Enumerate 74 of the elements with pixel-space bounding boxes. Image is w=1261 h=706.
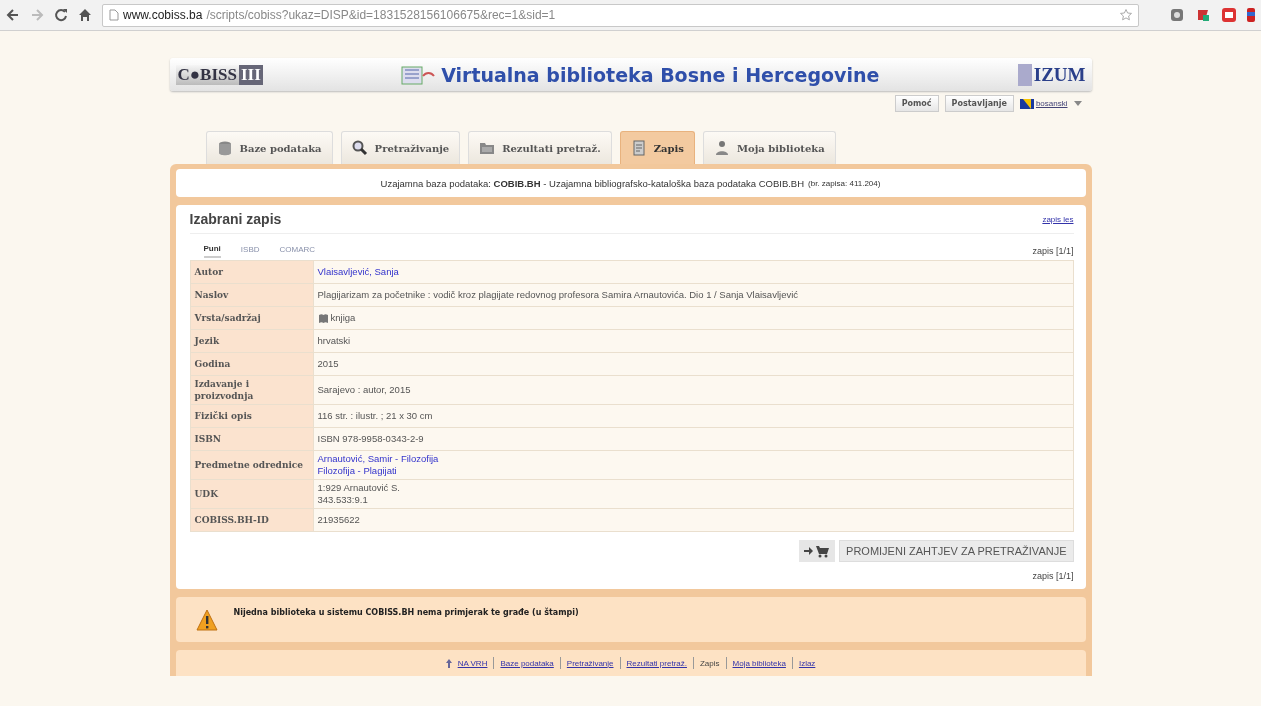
record-counter: zapis [1/1] xyxy=(1032,571,1074,581)
field-label: Naslov xyxy=(190,283,313,307)
address-bar[interactable]: www.cobiss.ba /scripts/cobiss?ukaz=DISP&id=1831528156106675&rec=1&sid=1 xyxy=(102,3,1139,27)
panel-link[interactable]: zapis les xyxy=(1042,214,1074,224)
back-icon[interactable] xyxy=(6,8,20,22)
field-value: hrvatski xyxy=(317,335,351,347)
field-label: Predmetne odrednice xyxy=(190,450,313,480)
field-value: Plagijarizam za početnike : vodič kroz plagijate redovnog profesora Samira Arnautovića. Dio 1 / Sanja Vlaisavljević xyxy=(317,289,799,301)
field-label: Autor xyxy=(190,260,313,284)
footer-link[interactable]: Moja biblioteka xyxy=(732,658,786,668)
extension-icon[interactable] xyxy=(1169,7,1185,23)
header-button[interactable]: Postavljanje xyxy=(944,95,1014,112)
field-label: Izdavanje i proizvodnja xyxy=(190,375,313,405)
izum-logo[interactable]: IZUM xyxy=(1017,63,1086,86)
footer-link[interactable]: Baze podataka xyxy=(500,658,554,668)
field-label: Fizički opis xyxy=(190,404,313,428)
footer-text: Zapis xyxy=(699,658,720,668)
field-value: 343.533:9.1 xyxy=(317,494,368,506)
record-count: (br. zapisa: 411.204) xyxy=(808,178,881,188)
url-path: /scripts/cobiss?ukaz=DISP&id=1831528156106675&rec=1&sid=1 xyxy=(206,8,557,22)
panel-title: Izabrani zapis xyxy=(189,211,282,227)
tab[interactable]: Rezultati pretraž. xyxy=(468,131,612,164)
tab[interactable]: Moja biblioteka xyxy=(702,131,836,164)
extension-icon[interactable] xyxy=(1221,7,1237,23)
database-icon xyxy=(216,140,233,156)
field-link[interactable]: Filozofija - Plagijati xyxy=(317,465,397,477)
field-value: 116 str. : ilustr. ; 21 x 30 cm xyxy=(317,410,433,422)
up-arrow-icon xyxy=(445,658,452,668)
field-value: 21935622 xyxy=(317,514,360,526)
warning-message: Nijedna biblioteka u sistemu COBISS.BH nema primjerak te građe (u štampi) xyxy=(233,608,579,617)
footer-link[interactable]: Izlaz xyxy=(798,658,816,668)
field-value: knjiga xyxy=(330,312,356,324)
footer-link[interactable]: NA VRH xyxy=(457,658,488,668)
person-icon xyxy=(713,140,730,156)
warning-icon xyxy=(195,608,218,631)
footer-link[interactable]: Rezultati pretraž. xyxy=(626,658,687,668)
document-icon xyxy=(630,140,647,156)
caret-icon[interactable] xyxy=(1073,100,1082,107)
star-icon[interactable] xyxy=(1120,9,1132,21)
search-icon xyxy=(351,140,368,156)
reload-icon[interactable] xyxy=(54,8,68,22)
language-selector[interactable]: bosanski xyxy=(1019,98,1068,109)
field-label: ISBN xyxy=(190,427,313,451)
field-value: 1:929 Arnautović S. xyxy=(317,482,400,494)
field-label: Jezik xyxy=(190,329,313,353)
footer-link[interactable]: Pretraživanje xyxy=(566,658,614,668)
tab[interactable]: Baze podataka xyxy=(205,131,333,164)
field-label: Godina xyxy=(190,352,313,376)
field-value: Sarajevo : autor, 2015 xyxy=(317,384,411,396)
extension-icon[interactable] xyxy=(1247,7,1255,23)
folder-icon xyxy=(479,140,496,156)
database-info: Uzajamna baza podataka: COBIB.BH - Uzajamna bibliografsko-kataloška baza podataka COBIB.BH xyxy=(380,177,805,189)
format-tab[interactable]: Puni xyxy=(203,244,221,258)
page-icon xyxy=(109,9,119,21)
field-link[interactable]: Arnautović, Samir - Filozofija xyxy=(317,453,439,465)
header-button[interactable]: Pomoć xyxy=(894,95,939,112)
library-logo-icon xyxy=(401,63,436,86)
tab[interactable]: Pretraživanje xyxy=(340,131,461,164)
site-title: Virtualna biblioteka Bosne i Hercegovine xyxy=(441,63,880,86)
record-counter: zapis [1/1] xyxy=(1032,246,1074,256)
field-value: ISBN 978-9958-0343-2-9 xyxy=(317,433,424,445)
home-icon[interactable] xyxy=(78,8,92,22)
url-host: www.cobiss.ba xyxy=(123,8,203,22)
flag-icon xyxy=(1019,98,1034,109)
extension-icon[interactable] xyxy=(1195,7,1211,23)
field-link[interactable]: Vlaisavljević, Sanja xyxy=(317,266,399,278)
tab[interactable]: Zapis xyxy=(619,131,695,164)
field-label: UDK xyxy=(190,479,313,509)
cart-icon[interactable] xyxy=(799,540,836,562)
field-label: Vrsta/sadržaj xyxy=(190,306,313,330)
field-value: 2015 xyxy=(317,358,339,370)
change-search-button[interactable]: PROMIJENI ZAHTJEV ZA PRETRAŽIVANJE xyxy=(839,540,1074,562)
field-label: COBISS.BH-ID xyxy=(190,508,313,532)
book-icon xyxy=(317,312,329,324)
